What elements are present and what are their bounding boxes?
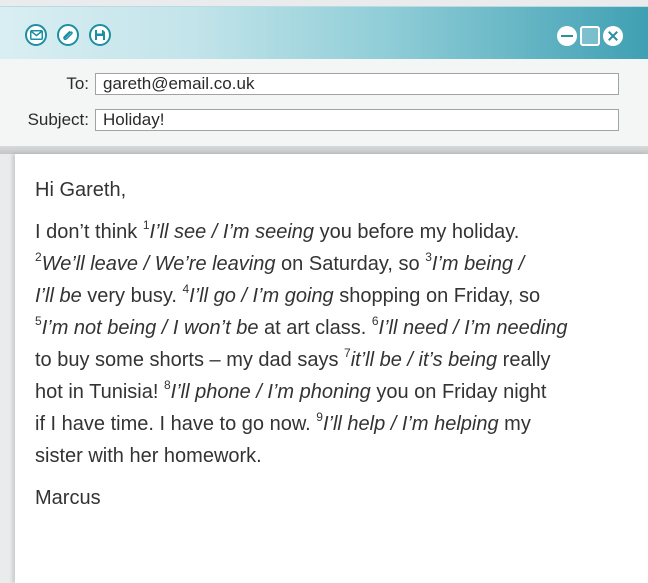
answer-options: I’ll be bbox=[35, 285, 82, 307]
body-text: really bbox=[497, 349, 551, 371]
message-body[interactable]: Hi Gareth, I don’t think 1I’ll see / I’m… bbox=[15, 154, 648, 583]
gap-number: 8 bbox=[163, 378, 171, 393]
signature: Marcus bbox=[35, 487, 101, 509]
gap-number: 7 bbox=[344, 346, 351, 361]
gap-number: 1 bbox=[142, 218, 150, 233]
email-header: To: gareth@email.co.uk Subject: Holiday! bbox=[0, 59, 648, 147]
answer-options: it’ll be / it’s being bbox=[350, 349, 498, 371]
envelope-icon[interactable] bbox=[25, 24, 47, 46]
answer-options: I’m not being / I won’t be bbox=[41, 317, 259, 339]
email-window: To: gareth@email.co.uk Subject: Holiday!… bbox=[0, 0, 648, 583]
answer-options: I’ll go / I’m going bbox=[189, 285, 334, 307]
answer-options: I’m being / bbox=[431, 253, 525, 275]
body-text: at art class. bbox=[258, 317, 372, 339]
gap-number: 6 bbox=[371, 314, 379, 329]
body-text: hot in Tunisia! bbox=[35, 381, 164, 403]
gap-number: 5 bbox=[35, 314, 42, 329]
message-line: hot in Tunisia! 8I’ll phone / I’m phonin… bbox=[35, 376, 635, 408]
subject-field[interactable]: Holiday! bbox=[95, 109, 619, 131]
greeting: Hi Gareth, bbox=[35, 179, 127, 201]
message-line: I don’t think 1I’ll see / I’m seeing you… bbox=[35, 216, 635, 248]
body-text: my bbox=[498, 413, 531, 435]
close-icon[interactable] bbox=[603, 26, 623, 46]
message-line: if I have time. I have to go now. 9I’ll … bbox=[35, 408, 635, 440]
message-line: I’ll be very busy. 4I’ll go / I’m going … bbox=[35, 280, 635, 312]
gap-number: 4 bbox=[182, 282, 190, 297]
message-line: 2We’ll leave / We’re leaving on Saturday… bbox=[35, 248, 635, 280]
body-text: you on Friday night bbox=[370, 381, 547, 403]
answer-options: I’ll see / I’m seeing bbox=[149, 221, 315, 243]
answer-options: I’ll need / I’m needing bbox=[378, 317, 568, 339]
answer-options: We’ll leave / We’re leaving bbox=[41, 253, 276, 275]
gap-number: 2 bbox=[35, 250, 42, 265]
body-text: to buy some shorts – my dad says bbox=[35, 349, 345, 371]
to-field[interactable]: gareth@email.co.uk bbox=[95, 73, 619, 95]
body-text: I don’t think bbox=[35, 221, 143, 243]
maximize-icon[interactable] bbox=[580, 26, 600, 46]
message-line: sister with her homework. bbox=[35, 440, 635, 472]
body-text: on Saturday, so bbox=[275, 253, 426, 275]
body-text: sister with her homework. bbox=[35, 445, 262, 467]
subject-label: Subject: bbox=[27, 110, 89, 129]
title-bar bbox=[0, 6, 648, 60]
save-icon[interactable] bbox=[89, 24, 111, 46]
header-divider bbox=[0, 146, 648, 154]
message-paragraph: I don’t think 1I’ll see / I’m seeing you… bbox=[35, 216, 635, 472]
answer-options: I’ll help / I’m helping bbox=[322, 413, 499, 435]
body-text: you before my holiday. bbox=[314, 221, 520, 243]
gap-number: 3 bbox=[425, 250, 432, 265]
gap-number: 9 bbox=[316, 410, 323, 425]
answer-options: I’ll phone / I’m phoning bbox=[170, 381, 371, 403]
message-line: 5I’m not being / I won’t be at art class… bbox=[35, 312, 635, 344]
to-label: To: bbox=[66, 74, 89, 93]
minimize-icon[interactable] bbox=[557, 26, 577, 46]
paperclip-icon[interactable] bbox=[57, 24, 79, 46]
message-line: to buy some shorts – my dad says 7it’ll … bbox=[35, 344, 635, 376]
message-text: Hi Gareth, I don’t think 1I’ll see / I’m… bbox=[35, 174, 635, 514]
body-text: very busy. bbox=[81, 285, 183, 307]
body-text: if I have time. I have to go now. bbox=[35, 413, 317, 435]
body-text: shopping on Friday, so bbox=[333, 285, 541, 307]
